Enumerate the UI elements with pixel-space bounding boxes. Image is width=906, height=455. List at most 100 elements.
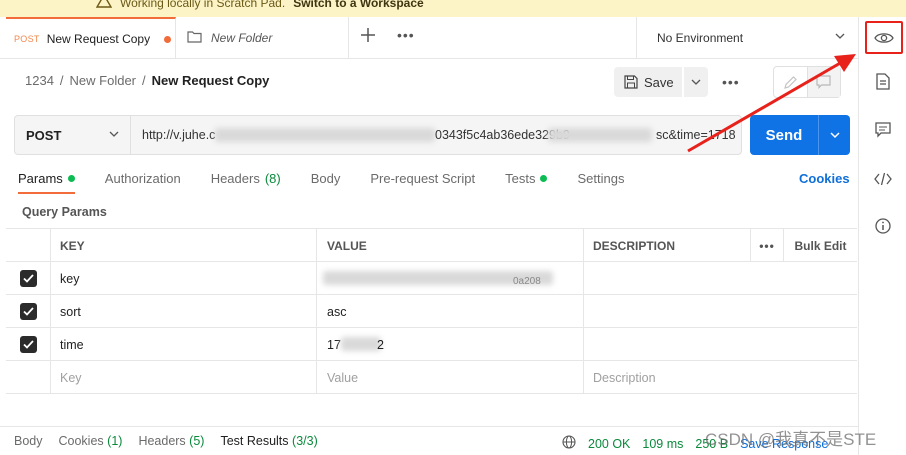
- row-checkbox[interactable]: [6, 262, 50, 295]
- column-header-description: DESCRIPTION: [583, 229, 750, 262]
- param-description-cell[interactable]: [583, 328, 750, 361]
- http-method-select[interactable]: POST: [15, 116, 131, 154]
- tab-settings[interactable]: Settings: [577, 171, 624, 186]
- row-checkbox[interactable]: [6, 295, 50, 328]
- tab-prerequest-label: Pre-request Script: [370, 171, 476, 186]
- send-button-group: Send: [750, 115, 850, 155]
- chevron-down-icon: [691, 79, 701, 85]
- tab-params[interactable]: Params: [18, 171, 75, 194]
- banner-text: Working locally in Scratch Pad.: [120, 0, 286, 10]
- query-params-table: KEY VALUE DESCRIPTION ••• Bulk Edit key …: [6, 228, 857, 394]
- column-options-button[interactable]: •••: [750, 229, 783, 262]
- request-url-bar: POST http://v.juhe.c 0343f5c4ab36ede329b…: [14, 115, 742, 155]
- breadcrumb-separator: /: [142, 73, 146, 88]
- request-tabs: Params Authorization Headers (8) Body Pr…: [18, 171, 654, 194]
- tab-method-label: POST: [14, 34, 40, 44]
- param-key-cell[interactable]: sort: [50, 295, 316, 328]
- tab-authorization[interactable]: Authorization: [105, 171, 181, 186]
- info-icon[interactable]: [873, 216, 893, 236]
- chevron-down-icon: [834, 30, 846, 45]
- response-headers-count: (5): [189, 434, 205, 448]
- chevron-down-icon: [108, 128, 120, 143]
- param-key-cell[interactable]: time: [50, 328, 316, 361]
- documentation-icon[interactable]: [873, 71, 893, 91]
- pencil-icon: [783, 75, 797, 89]
- breadcrumb-separator: /: [59, 73, 64, 88]
- breadcrumb-request[interactable]: New Request Copy: [152, 73, 270, 88]
- new-value-input[interactable]: Value: [316, 361, 583, 394]
- new-tab-button[interactable]: [360, 27, 376, 47]
- unsaved-dot-icon: [164, 35, 172, 43]
- param-description-cell[interactable]: [583, 262, 750, 295]
- column-header-value: VALUE: [316, 229, 583, 262]
- globe-icon[interactable]: [562, 435, 576, 452]
- response-tab-body[interactable]: Body: [14, 434, 43, 448]
- param-description-cell[interactable]: [583, 295, 750, 328]
- tab-tests-label: Tests: [505, 171, 536, 186]
- param-value-end: 2: [377, 337, 384, 352]
- warning-icon: [95, 0, 113, 11]
- param-key-cell[interactable]: key: [50, 262, 316, 295]
- save-options-button[interactable]: [684, 67, 708, 97]
- response-time: 109 ms: [642, 436, 684, 451]
- request-tab-bar: POST New Request Copy New Folder ••• No …: [0, 17, 858, 59]
- tab-prerequest-script[interactable]: Pre-request Script: [370, 171, 475, 186]
- headers-count: (8): [264, 171, 281, 186]
- response-tab-headers[interactable]: Headers (5): [138, 434, 204, 448]
- url-start: http://v.juhe.c: [142, 128, 216, 142]
- environment-selector[interactable]: No Environment: [636, 17, 858, 59]
- environment-quick-look-button[interactable]: [865, 21, 903, 54]
- row-checkbox[interactable]: [6, 328, 50, 361]
- tests-indicator-dot: [540, 175, 548, 182]
- bulk-edit-button[interactable]: Bulk Edit: [783, 229, 857, 262]
- response-cookies-label: Cookies: [58, 434, 104, 448]
- breadcrumb-workspace[interactable]: 1234: [25, 73, 54, 88]
- response-test-count: (3/3): [292, 434, 318, 448]
- comments-icon[interactable]: [873, 120, 893, 140]
- request-more-button[interactable]: •••: [722, 74, 740, 90]
- comment-button[interactable]: [806, 67, 840, 97]
- table-row-empty: Key Value Description: [6, 361, 857, 394]
- floppy-disk-icon: [624, 75, 638, 89]
- redacted-blur: [215, 128, 435, 142]
- response-tab-test-results[interactable]: Test Results (3/3): [220, 434, 317, 448]
- send-button[interactable]: Send: [750, 115, 818, 155]
- switch-workspace-link[interactable]: Switch to a Workspace: [293, 0, 423, 10]
- save-group: Save: [614, 67, 708, 97]
- send-options-button[interactable]: [818, 115, 850, 155]
- tab-more-button[interactable]: •••: [397, 27, 415, 43]
- new-description-input[interactable]: Description: [583, 361, 750, 394]
- breadcrumb-folder[interactable]: New Folder: [70, 73, 136, 88]
- save-label: Save: [644, 74, 674, 90]
- table-row: sort asc: [6, 295, 857, 328]
- edit-pencil-button[interactable]: [774, 67, 807, 97]
- tab-new-request-copy[interactable]: POST New Request Copy: [6, 17, 176, 59]
- save-button[interactable]: Save: [614, 67, 682, 97]
- csdn-watermark: CSDN @我真不是STE: [705, 430, 877, 449]
- response-headers-label: Headers: [138, 434, 186, 448]
- right-sidebar: [858, 17, 906, 455]
- response-tab-cookies[interactable]: Cookies (1): [59, 434, 123, 448]
- param-value-cell[interactable]: 0a208: [316, 262, 583, 295]
- tab-body[interactable]: Body: [311, 171, 341, 186]
- tab-authorization-label: Authorization: [104, 171, 181, 186]
- tab-new-folder[interactable]: New Folder: [177, 17, 349, 59]
- cookies-link[interactable]: Cookies: [799, 171, 850, 186]
- redacted-blur: [341, 337, 381, 351]
- param-value-cell[interactable]: asc: [316, 295, 583, 328]
- tab-headers[interactable]: Headers (8): [211, 171, 281, 186]
- comment-icon: [816, 75, 831, 89]
- param-value-start: 17: [327, 337, 341, 352]
- param-value-cell[interactable]: 17 2: [316, 328, 583, 361]
- code-icon[interactable]: [873, 169, 893, 189]
- redacted-blur: [548, 128, 652, 142]
- new-key-input[interactable]: Key: [50, 361, 316, 394]
- folder-icon: [187, 30, 202, 46]
- param-value-visible: 0a208: [513, 276, 541, 287]
- url-input[interactable]: http://v.juhe.c 0343f5c4ab36ede329b9 sc&…: [131, 116, 741, 154]
- column-header-key: KEY: [50, 229, 316, 262]
- table-header-row: KEY VALUE DESCRIPTION ••• Bulk Edit: [6, 229, 857, 262]
- params-indicator-dot: [67, 175, 75, 182]
- tab-body-label: Body: [310, 171, 341, 186]
- tab-tests[interactable]: Tests: [505, 171, 548, 186]
